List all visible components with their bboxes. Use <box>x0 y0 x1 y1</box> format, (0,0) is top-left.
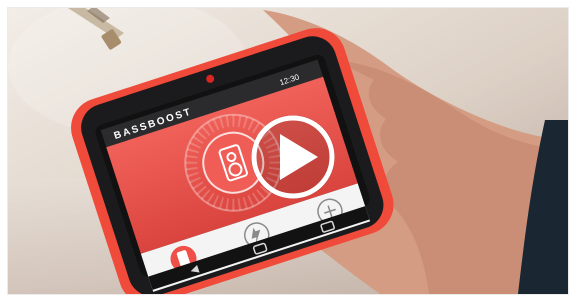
video-frame: BASSBOOST 12:30 <box>0 0 576 302</box>
video-player[interactable]: BASSBOOST 12:30 <box>8 8 568 294</box>
video-thumbnail: BASSBOOST 12:30 <box>8 8 568 294</box>
play-button[interactable] <box>251 115 335 199</box>
